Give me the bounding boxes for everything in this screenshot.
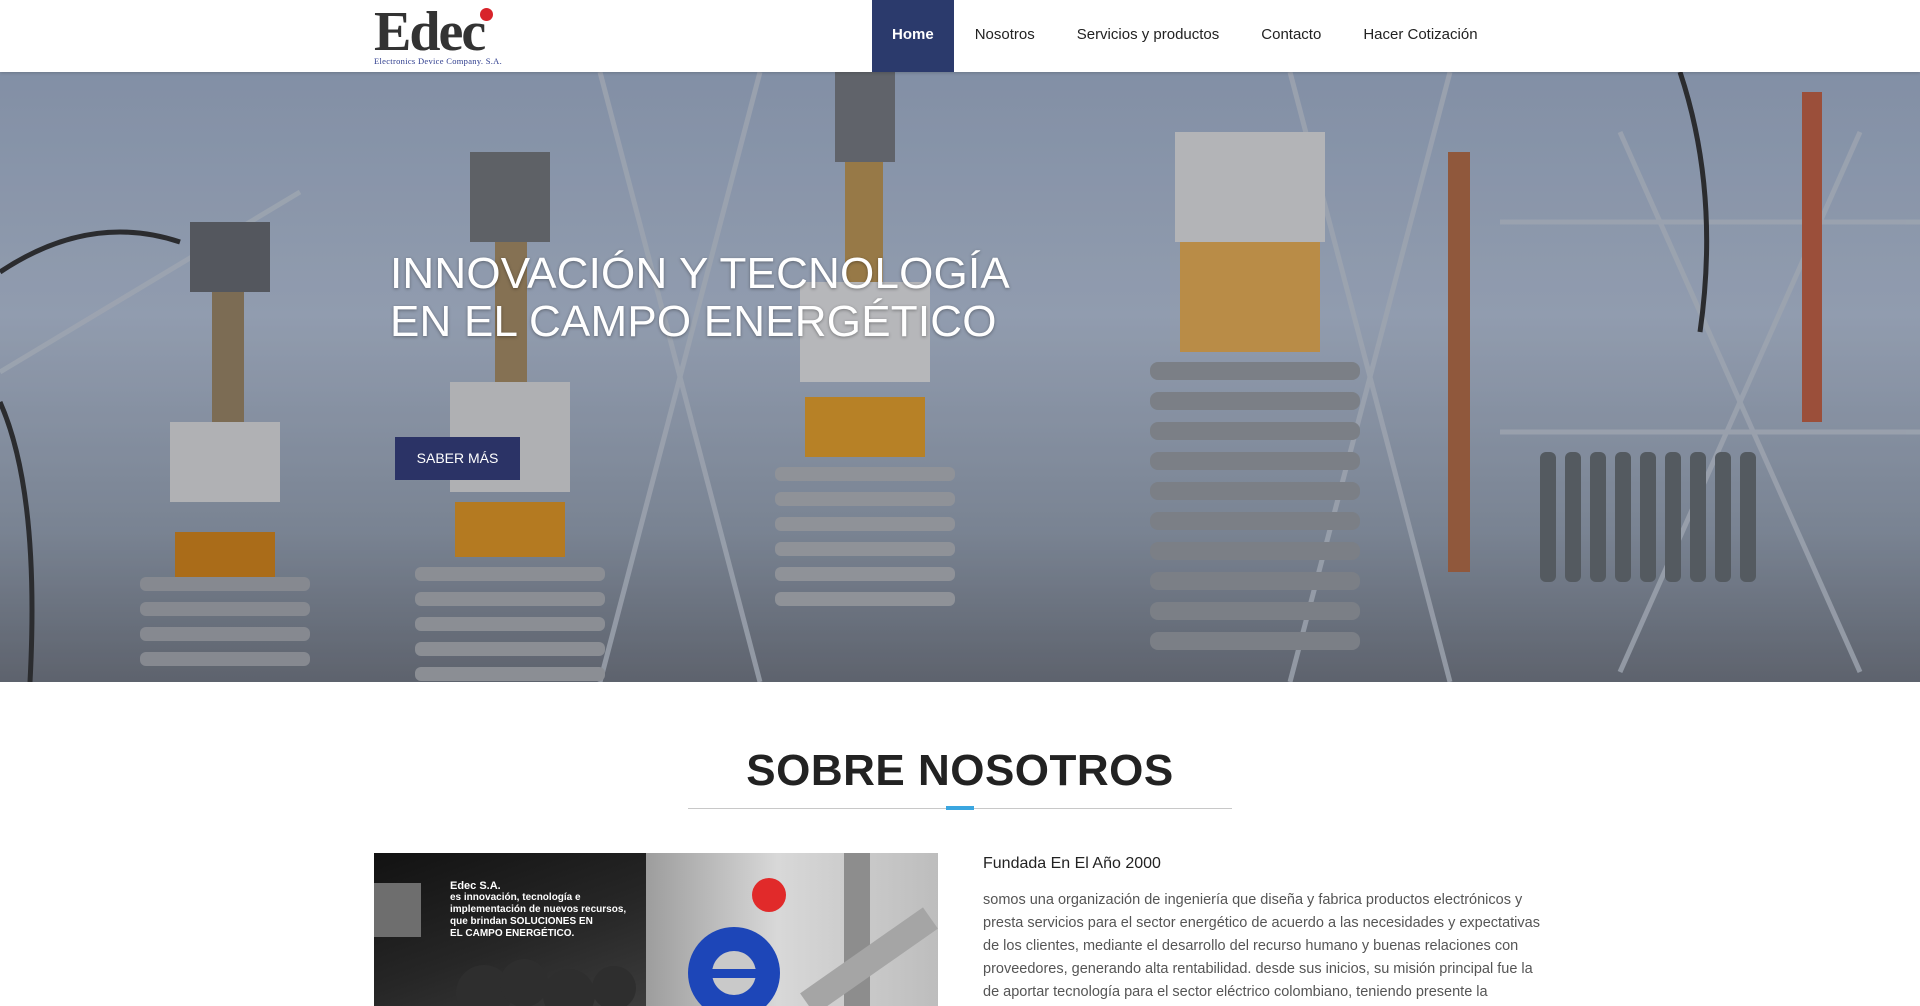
caption-line2: es innovación, tecnología e — [450, 892, 581, 903]
hero-banner: INNOVACIÓN Y TECNOLOGÍA EN EL CAMPO ENER… — [0, 72, 1920, 682]
hero-title: INNOVACIÓN Y TECNOLOGÍA EN EL CAMPO ENER… — [390, 250, 1010, 346]
hero-title-line1: INNOVACIÓN Y TECNOLOGÍA — [390, 249, 1010, 298]
nav-home[interactable]: Home — [872, 0, 954, 72]
about-image-caption: Edec S.A. es innovación, tecnología e im… — [450, 880, 626, 940]
saber-mas-button[interactable]: SABER MÁS — [395, 437, 520, 480]
caption-line5: EL CAMPO ENERGÉTICO. — [450, 928, 575, 939]
hero-title-line2: EN EL CAMPO ENERGÉTICO — [390, 297, 997, 346]
site-header: Edec Electronics Device Company. S.A. Ho… — [0, 0, 1920, 72]
caption-line1: Edec S.A. — [450, 880, 501, 892]
logo-tagline: Electronics Device Company. S.A. — [374, 56, 503, 66]
about-subtitle: Fundada En El Año 2000 — [983, 855, 1161, 872]
nav-servicios-productos[interactable]: Servicios y productos — [1056, 0, 1241, 72]
logo-red-dot — [480, 8, 493, 21]
caption-line4: que brindan SOLUCIONES EN — [450, 916, 593, 927]
nav-contacto[interactable]: Contacto — [1240, 0, 1342, 72]
hero-overlay — [0, 72, 1920, 682]
nav-hacer-cotizacion[interactable]: Hacer Cotización — [1342, 0, 1498, 72]
nav-nosotros[interactable]: Nosotros — [954, 0, 1056, 72]
title-accent-bar — [946, 806, 974, 810]
about-section-title: SOBRE NOSOTROS — [746, 746, 1174, 795]
logo-wordmark: Edec — [374, 1, 486, 63]
edec-logo[interactable]: Edec Electronics Device Company. S.A. — [374, 4, 516, 66]
caption-line3: implementación de nuevos recursos, — [450, 904, 627, 915]
about-description: somos una organización de ingeniería que… — [983, 892, 1540, 1000]
main-nav: Home Nosotros Servicios y productos Cont… — [872, 0, 1499, 72]
about-image: Edec S.A. es innovación, tecnología e im… — [374, 853, 938, 1006]
